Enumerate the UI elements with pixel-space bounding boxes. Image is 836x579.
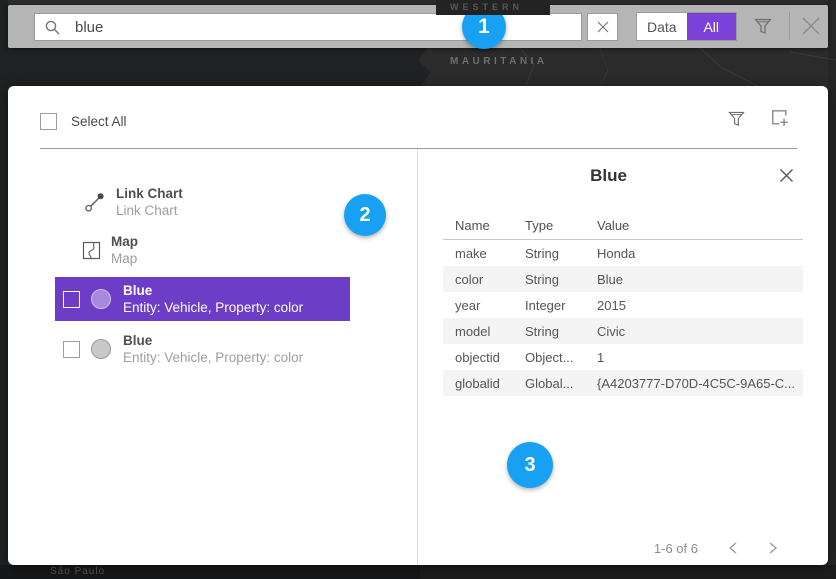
toolbar-divider [789, 12, 790, 40]
column-header-name: Name [443, 218, 525, 233]
entity-circle-icon [91, 289, 111, 309]
column-header-type: Type [525, 218, 597, 233]
select-all-label: Select All [71, 114, 127, 129]
detail-title: Blue [417, 166, 800, 186]
table-row: model String Civic [443, 318, 803, 344]
item-subtitle: Entity: Vehicle, Property: color [123, 349, 303, 366]
clear-search-button[interactable] [587, 13, 618, 41]
clear-icon [597, 21, 609, 33]
select-all-row: Select All [40, 113, 127, 130]
close-search-icon[interactable] [800, 15, 822, 42]
item-title: Link Chart [116, 185, 183, 202]
item-title: Blue [123, 332, 303, 349]
cell-type: String [525, 246, 597, 261]
result-item-blue-selected[interactable]: Blue Entity: Vehicle, Property: color [55, 277, 350, 321]
cell-type: Object... [525, 350, 597, 365]
cell-name: year [443, 298, 525, 313]
cell-type: String [525, 272, 597, 287]
cell-type: String [525, 324, 597, 339]
map-label-mauritania: MAURITANIA [450, 56, 548, 67]
item-checkbox[interactable] [63, 341, 80, 358]
close-detail-icon[interactable] [779, 168, 794, 188]
page-range-label: 1-6 of 6 [608, 541, 698, 556]
filter-icon[interactable] [728, 110, 745, 134]
result-item-link-chart[interactable]: Link Chart Link Chart [84, 182, 183, 222]
map-label-western: WESTERN [436, 0, 550, 15]
search-icon [44, 19, 61, 36]
map-icon [82, 241, 101, 260]
app-window: WESTERN MAURITANIA São Paulo Data All [0, 0, 836, 579]
cell-name: color [443, 272, 525, 287]
cell-value: 1 [597, 350, 803, 365]
attributes-table: Name Type Value make String Honda color … [443, 212, 803, 396]
cell-name: model [443, 324, 525, 339]
item-subtitle: Link Chart [116, 202, 183, 219]
cell-name: make [443, 246, 525, 261]
map-label-sao-paulo: São Paulo [50, 566, 105, 577]
cell-value: Blue [597, 272, 803, 287]
table-row: objectid Object... 1 [443, 344, 803, 370]
select-all-checkbox[interactable] [40, 113, 57, 130]
segment-all[interactable]: All [687, 13, 737, 40]
next-page-icon[interactable] [768, 541, 778, 555]
cell-type: Global... [525, 376, 597, 391]
cell-value: Honda [597, 246, 803, 261]
scope-segmented-control: Data All [636, 12, 737, 41]
cell-name: globalid [443, 376, 525, 391]
cell-type: Integer [525, 298, 597, 313]
table-row: year Integer 2015 [443, 292, 803, 318]
cell-name: objectid [443, 350, 525, 365]
item-title: Map [111, 233, 138, 250]
segment-data[interactable]: Data [637, 13, 687, 40]
previous-page-icon[interactable] [728, 541, 738, 555]
table-row: globalid Global... {A4203777-D70D-4C5C-9… [443, 370, 803, 396]
link-chart-icon [84, 191, 106, 213]
pagination: 1-6 of 6 [608, 538, 778, 558]
item-title: Blue [123, 282, 303, 299]
table-row: color String Blue [443, 266, 803, 292]
cell-value: {A4203777-D70D-4C5C-9A65-C... [597, 376, 803, 391]
item-subtitle: Entity: Vehicle, Property: color [123, 299, 303, 316]
entity-circle-icon [91, 339, 111, 359]
column-header-value: Value [597, 218, 803, 233]
result-item-blue[interactable]: Blue Entity: Vehicle, Property: color [55, 327, 350, 371]
table-row: make String Honda [443, 240, 803, 266]
cell-value: 2015 [597, 298, 803, 313]
header-divider [40, 148, 797, 149]
columns-divider [417, 149, 418, 565]
table-header-row: Name Type Value [443, 212, 803, 240]
cell-value: Civic [597, 324, 803, 339]
result-item-map[interactable]: Map Map [82, 230, 138, 270]
callout-badge-2: 2 [344, 194, 386, 236]
search-toolbar: Data All [8, 5, 828, 48]
callout-badge-3: 3 [507, 442, 553, 488]
search-results-panel: Select All Link Chart [8, 86, 828, 565]
item-subtitle: Map [111, 250, 138, 267]
add-selection-icon[interactable] [771, 109, 790, 133]
filter-icon[interactable] [754, 17, 772, 42]
item-checkbox[interactable] [63, 291, 80, 308]
